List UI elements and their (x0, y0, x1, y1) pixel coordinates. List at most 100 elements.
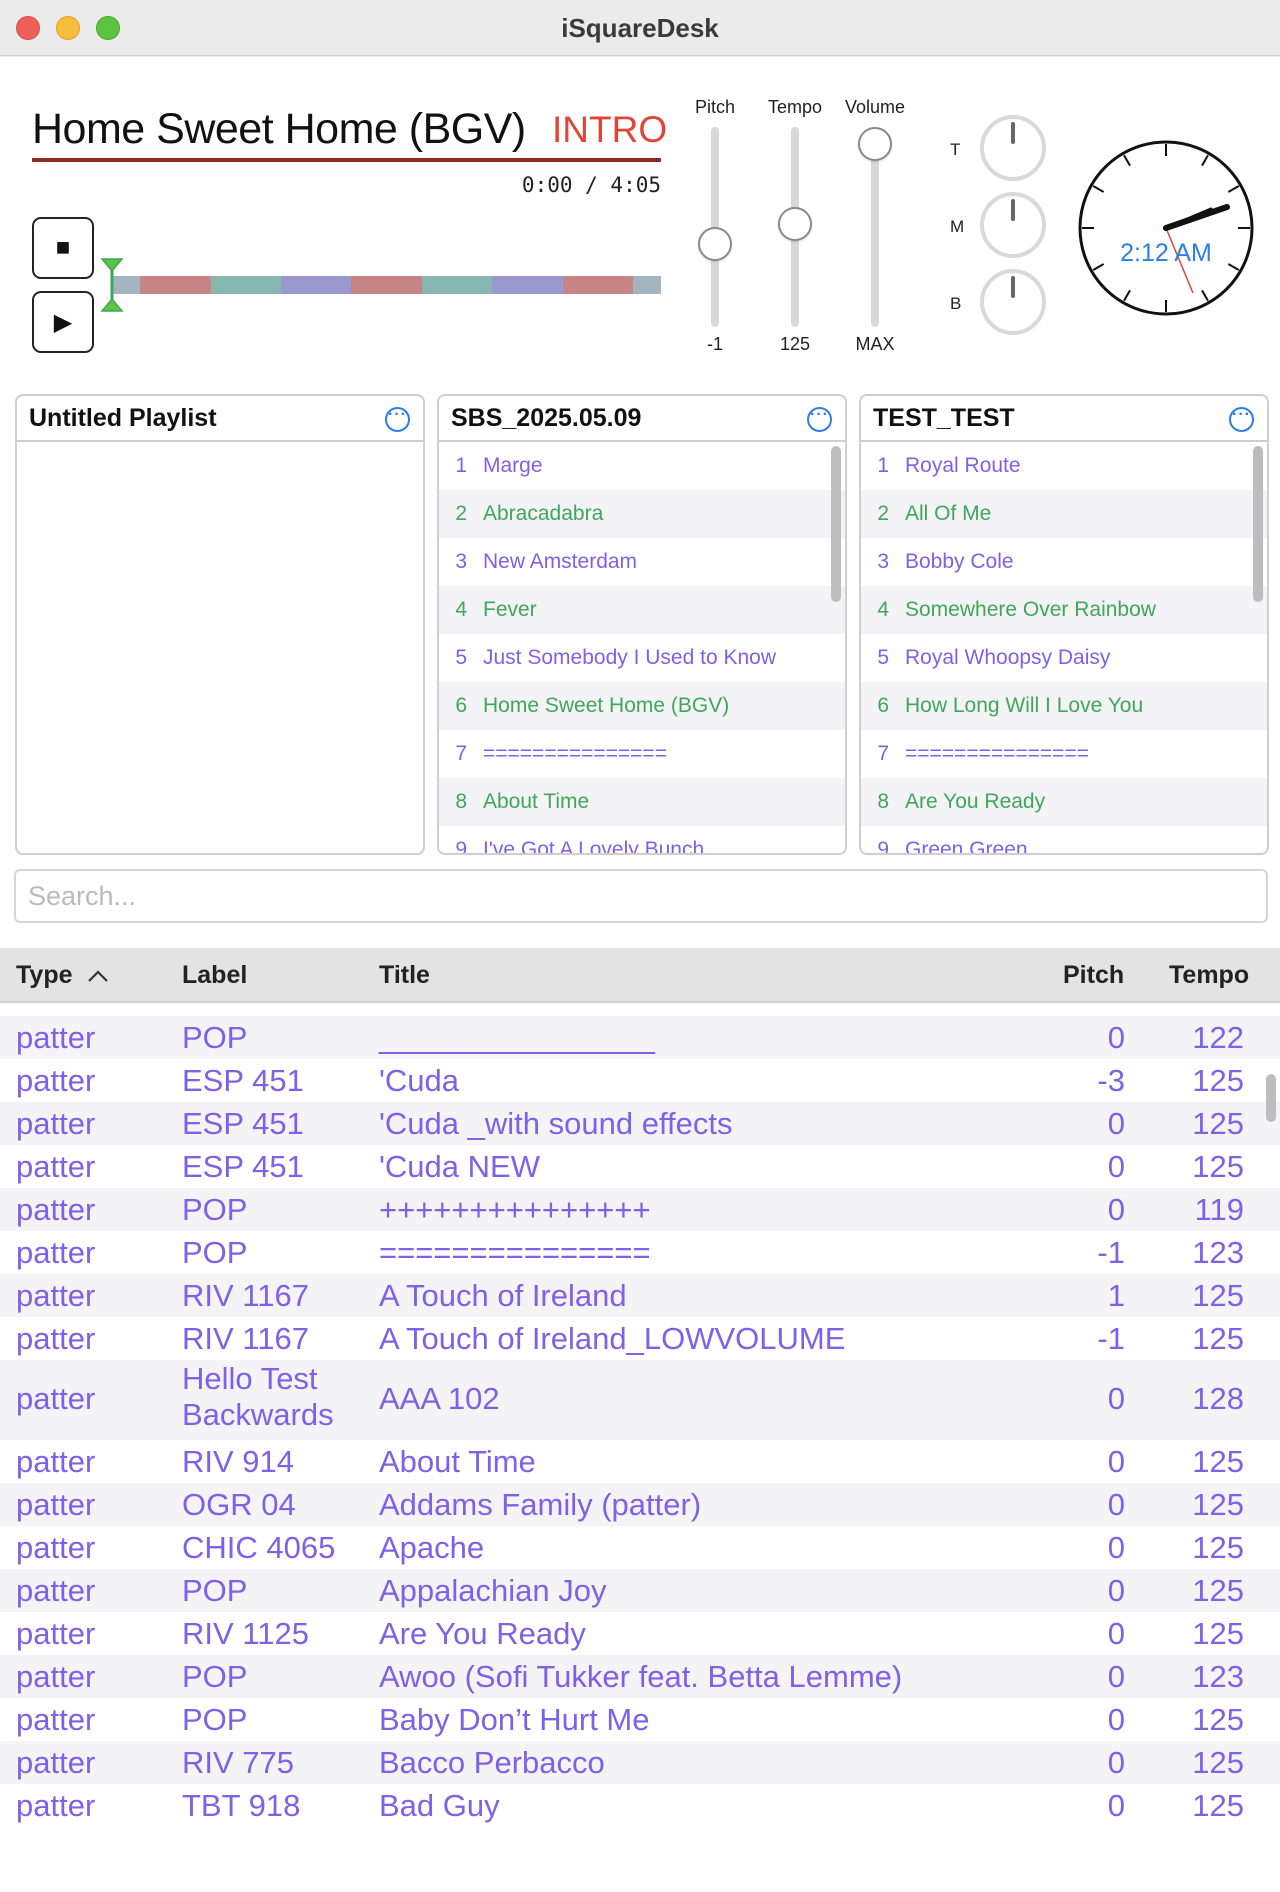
column-header-tempo[interactable]: Tempo (1169, 961, 1249, 990)
playhead-marker-icon[interactable] (100, 257, 124, 313)
table-scrollbar[interactable] (1266, 1074, 1276, 1122)
search-input[interactable]: Search... (14, 869, 1268, 923)
playlist-item-number: 6 (877, 694, 889, 717)
stop-button[interactable]: ■ (32, 217, 94, 279)
table-row[interactable]: patter POP Awoo (Sofi Tukker feat. Betta L… (0, 1655, 1280, 1698)
eq-treble-knob[interactable] (980, 115, 1046, 181)
table-row[interactable]: patter POP +++++++++++++++ 0 119 (0, 1188, 1280, 1231)
table-row[interactable]: patter POP Baby Don’t Hurt Me 0 125 (0, 1698, 1280, 1741)
cell-pitch: 0 (1107, 1745, 1125, 1780)
cell-pitch: -1 (1097, 1235, 1125, 1270)
playlist-item[interactable]: 5 Just Somebody I Used to Know (439, 634, 845, 682)
playlist-item[interactable]: 1 Royal Route (861, 442, 1267, 490)
cell-pitch: 0 (1107, 1788, 1125, 1823)
playlist-item-number: 9 (877, 838, 889, 853)
playlist-item-number: 4 (877, 598, 889, 621)
current-song-title: Home Sweet Home (BGV) (32, 105, 526, 153)
table-row[interactable]: patter ESP 451 'Cuda -3 125 (0, 1059, 1280, 1102)
playlist-scrollbar[interactable] (831, 446, 841, 602)
table-row[interactable]: patter CHIC 4065 Apache 0 125 (0, 1526, 1280, 1569)
cell-tempo: 125 (1192, 1063, 1244, 1098)
cell-label: OGR 04 (182, 1487, 296, 1522)
eq-bass-knob[interactable] (980, 269, 1046, 335)
eq-mid-knob[interactable] (980, 192, 1046, 258)
playlist-item[interactable]: 8 About Time (439, 778, 845, 826)
playlist-item-title: Fever (483, 598, 537, 621)
column-header-label[interactable]: Label (182, 961, 247, 990)
cell-tempo: 122 (1192, 1020, 1244, 1055)
playlist-item-title: Just Somebody I Used to Know (483, 646, 776, 669)
eq-mid-label: M (950, 217, 965, 236)
cell-label: POP (182, 1020, 248, 1055)
cell-pitch: 0 (1107, 1381, 1125, 1416)
table-row[interactable]: patter POP =============== -1 123 (0, 1231, 1280, 1274)
column-header-pitch[interactable]: Pitch (1063, 961, 1124, 990)
playlist-item-number: 5 (455, 646, 467, 669)
pitch-slider-label: Pitch (694, 97, 736, 117)
playlist-item[interactable]: 3 Bobby Cole (861, 538, 1267, 586)
playlist-item[interactable]: 4 Somewhere Over Rainbow (861, 586, 1267, 634)
cell-pitch: 0 (1107, 1106, 1125, 1141)
play-button[interactable]: ▶ (32, 291, 94, 353)
cell-title: 'Cuda _with sound effects (379, 1106, 733, 1141)
playlist-header: Untitled Playlist ··· (17, 396, 423, 442)
playlist-list[interactable] (17, 442, 423, 853)
playlist-item[interactable]: 8 Are You Ready (861, 778, 1267, 826)
playlist-scrollbar[interactable] (1253, 446, 1263, 602)
pitch-slider-knob[interactable] (698, 226, 732, 261)
table-row[interactable]: patter OGR 04 Addams Family (patter) 0 125 (0, 1483, 1280, 1526)
playlist-item[interactable]: 2 Abracadabra (439, 490, 845, 538)
tempo-slider-knob[interactable] (778, 206, 812, 241)
table-row[interactable]: patter ESP 451 'Cuda NEW 0 125 (0, 1145, 1280, 1188)
playlist-item-number: 3 (455, 550, 467, 573)
column-header-title[interactable]: Title (379, 961, 430, 990)
table-row[interactable]: patter TBT 918 Bad Guy 0 125 (0, 1784, 1280, 1827)
playlist-item[interactable]: 9 I've Got A Lovely Bunch (439, 826, 845, 853)
table-row[interactable]: patter RIV 1167 A Touch of Ireland 1 125 (0, 1274, 1280, 1317)
cell-pitch: -3 (1097, 1063, 1125, 1098)
table-row[interactable]: patter RIV 775 Bacco Perbacco 0 125 (0, 1741, 1280, 1784)
playlist-list[interactable]: 1 Royal Route 2 All Of Me 3 Bobby Cole 4 Somewh… (861, 442, 1267, 853)
seek-segment (351, 276, 422, 294)
volume-slider-knob[interactable] (858, 127, 892, 161)
tempo-slider-value: 125 (779, 334, 811, 354)
song-table-header: Type Label Title Pitch Tempo (0, 948, 1280, 1003)
cell-title: =============== (379, 1235, 651, 1270)
seek-segment (632, 276, 662, 294)
table-row[interactable]: patter Hello Test Backwards AAA 102 0 128 (0, 1360, 1280, 1440)
seek-bar[interactable] (112, 276, 662, 294)
table-row[interactable]: patter POP Appalachian Joy 0 125 (0, 1569, 1280, 1612)
playlist-item[interactable]: 5 Royal Whoopsy Daisy (861, 634, 1267, 682)
playlist-title: TEST_TEST (873, 403, 1015, 432)
table-row[interactable]: patter ESP 451 'Cuda _with sound effects 0 1… (0, 1102, 1280, 1145)
playlist-item[interactable]: 7 =============== (861, 730, 1267, 778)
table-row[interactable]: patter RIV 1167 A Touch of Ireland_LOWVOLU… (0, 1317, 1280, 1360)
cell-tempo: 125 (1192, 1444, 1244, 1479)
playlist-item[interactable]: 6 Home Sweet Home (BGV) (439, 682, 845, 730)
more-options-icon[interactable]: ··· (1229, 407, 1254, 432)
cell-type: patter (16, 1659, 96, 1694)
playlist-item[interactable]: 6 How Long Will I Love You (861, 682, 1267, 730)
playlist-item-title: Home Sweet Home (BGV) (483, 694, 730, 717)
cell-type: patter (16, 1530, 96, 1565)
seek-segment (140, 276, 211, 294)
cell-pitch: 1 (1107, 1278, 1125, 1313)
table-row[interactable]: patter RIV 914 About Time 0 125 (0, 1440, 1280, 1483)
playlist-item[interactable]: 1 Marge (439, 442, 845, 490)
playlist-item[interactable]: 9 Green Green (861, 826, 1267, 853)
playlist-item[interactable]: 4 Fever (439, 586, 845, 634)
more-options-icon[interactable]: ··· (385, 407, 410, 432)
cell-type: patter (16, 1235, 96, 1270)
playlist-list[interactable]: 1 Marge 2 Abracadabra 3 New Amsterdam 4 Fever 5 J… (439, 442, 845, 853)
cell-type: patter (16, 1616, 96, 1651)
playlist-item[interactable]: 3 New Amsterdam (439, 538, 845, 586)
table-row[interactable]: patter POP ________________ 0 122 (0, 1016, 1280, 1059)
column-header-type[interactable]: Type (16, 961, 109, 990)
playlist-item[interactable]: 7 =============== (439, 730, 845, 778)
seek-segment (421, 276, 493, 294)
playlist-item[interactable]: 2 All Of Me (861, 490, 1267, 538)
table-row[interactable]: patter RIV 1125 Are You Ready 0 125 (0, 1612, 1280, 1655)
playlist-item-number: 7 (455, 742, 467, 765)
seek-segment (210, 276, 281, 294)
more-options-icon[interactable]: ··· (807, 407, 832, 432)
